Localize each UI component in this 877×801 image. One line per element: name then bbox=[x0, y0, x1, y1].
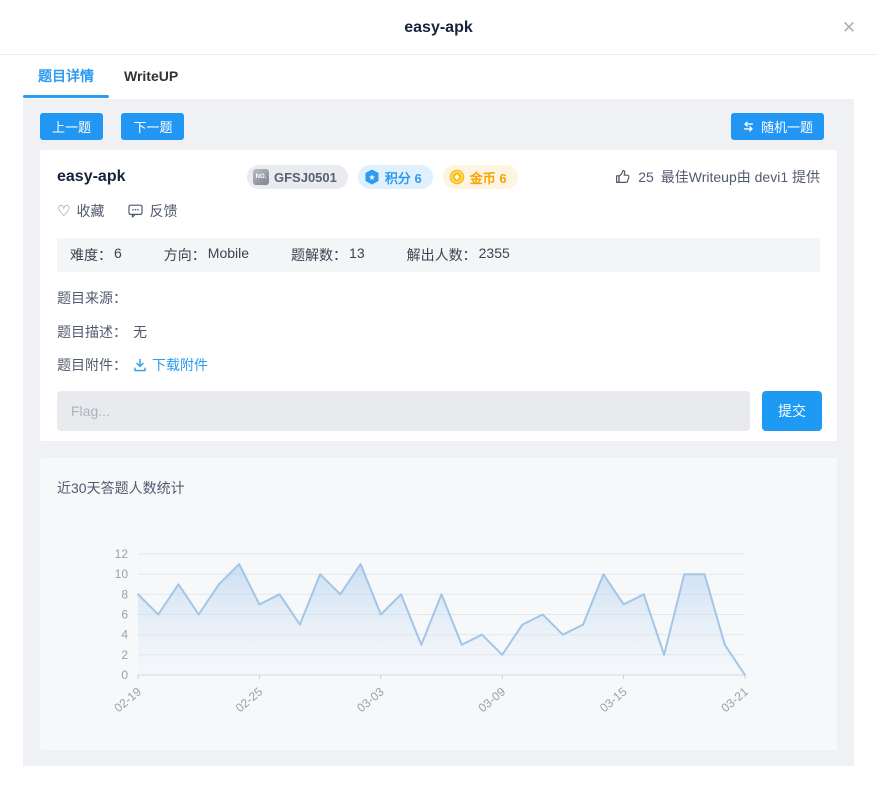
submit-flag-button[interactable]: 提交 bbox=[762, 391, 822, 431]
challenge-info-card: easy-apk NO. GFSJ0501 ★ 积分 6 金币 6 25 最佳W… bbox=[40, 150, 837, 441]
question-nav-row: 上一题 下一题 随机一题 bbox=[40, 113, 838, 140]
description-label: 题目描述： bbox=[57, 324, 127, 340]
chart-title: 近30天答题人数统计 bbox=[57, 480, 185, 496]
stats-chart-card: 近30天答题人数统计 0 2 4 6 8 10 12 02-19 02-25 03-03 03-09… bbox=[40, 458, 837, 750]
svg-text:02-25: 02-25 bbox=[233, 684, 266, 715]
svg-text:6: 6 bbox=[121, 608, 128, 622]
attachment-label: 题目附件： bbox=[57, 357, 127, 373]
score-badge: ★ 积分 6 bbox=[357, 165, 433, 189]
svg-text:0: 0 bbox=[121, 668, 128, 682]
stat-category: 方向： Mobile bbox=[163, 245, 250, 263]
source-label: 题目来源： bbox=[57, 290, 127, 306]
feedback-button[interactable]: 反馈 bbox=[128, 201, 177, 221]
challenge-actions: ♡ 收藏 反馈 bbox=[57, 201, 177, 221]
svg-text:★: ★ bbox=[368, 173, 375, 182]
score-star-icon: ★ bbox=[364, 169, 380, 185]
challenge-name: easy-apk bbox=[57, 168, 126, 185]
coin-badge: 金币 6 bbox=[442, 165, 518, 189]
stat-solver-count: 解出人数： 2355 bbox=[406, 245, 510, 263]
challenge-id-text: GFSJ0501 bbox=[274, 169, 337, 185]
coin-badge-label: 金币 6 bbox=[469, 170, 507, 186]
tab-content-panel: 上一题 下一题 随机一题 easy-apk NO. GFSJ0501 ★ 积分 … bbox=[23, 99, 854, 766]
tab-challenge-detail[interactable]: 题目详情 bbox=[23, 56, 109, 98]
svg-text:10: 10 bbox=[115, 567, 129, 581]
like-count: 25 bbox=[638, 169, 654, 185]
svg-text:03-09: 03-09 bbox=[476, 684, 509, 715]
best-writeup-text: 最佳Writeup由 devi1 提供 bbox=[660, 169, 820, 185]
svg-text:2: 2 bbox=[121, 648, 128, 662]
prev-question-button[interactable]: 上一题 bbox=[40, 113, 104, 140]
favorite-button[interactable]: ♡ 收藏 bbox=[57, 201, 104, 221]
favorite-label: 收藏 bbox=[76, 203, 105, 219]
challenge-dialog: easy-apk ✕ 题目详情 WriteUP 上一题 下一题 随机一题 eas… bbox=[0, 0, 877, 801]
dialog-header: easy-apk ✕ bbox=[0, 0, 877, 55]
challenge-id-badge: NO. GFSJ0501 bbox=[247, 165, 348, 189]
description-row: 题目描述： 无 bbox=[57, 322, 147, 342]
attachment-row: 题目附件： 下载附件 bbox=[57, 355, 208, 375]
challenge-title-row: easy-apk NO. GFSJ0501 ★ 积分 6 金币 6 25 最佳W… bbox=[57, 164, 820, 190]
heart-icon: ♡ bbox=[57, 202, 71, 220]
gold-coin-icon bbox=[449, 169, 465, 185]
random-question-label: 随机一题 bbox=[760, 120, 813, 135]
flag-submit-row: 提交 bbox=[57, 391, 822, 431]
flag-input[interactable] bbox=[57, 391, 750, 431]
solvers-area-chart: 0 2 4 6 8 10 12 02-19 02-25 03-03 03-09 03-15 03-21 bbox=[76, 528, 821, 728]
svg-text:4: 4 bbox=[121, 628, 128, 642]
next-question-button[interactable]: 下一题 bbox=[121, 113, 185, 140]
stats-bar: 难度： 6 方向： Mobile 题解数： 13 解出人数： 2355 bbox=[57, 238, 820, 272]
like-writeup-row: 25 最佳Writeup由 devi1 提供 bbox=[615, 167, 820, 187]
chart-svg: 0 2 4 6 8 10 12 02-19 02-25 03-03 03-09 03-15 03-21 bbox=[111, 547, 751, 715]
random-question-button[interactable]: 随机一题 bbox=[730, 113, 824, 140]
feedback-label: 反馈 bbox=[149, 203, 178, 219]
download-attachment-link[interactable]: 下载附件 bbox=[133, 355, 208, 375]
description-value: 无 bbox=[133, 324, 147, 340]
download-icon bbox=[133, 358, 147, 372]
svg-text:03-03: 03-03 bbox=[354, 684, 387, 715]
svg-text:03-15: 03-15 bbox=[597, 684, 630, 715]
svg-text:03-21: 03-21 bbox=[718, 684, 751, 715]
svg-text:8: 8 bbox=[121, 587, 128, 601]
stat-writeup-count: 题解数： 13 bbox=[291, 245, 365, 263]
stat-difficulty: 难度： 6 bbox=[70, 245, 122, 263]
tab-writeup[interactable]: WriteUP bbox=[109, 56, 193, 98]
score-badge-label: 积分 6 bbox=[384, 170, 422, 186]
shuffle-icon bbox=[742, 120, 755, 133]
number-tag-icon: NO. bbox=[253, 169, 269, 185]
dialog-title: easy-apk bbox=[404, 19, 473, 36]
svg-text:12: 12 bbox=[115, 547, 129, 561]
download-link-label: 下载附件 bbox=[152, 357, 208, 373]
tab-bar: 题目详情 WriteUP bbox=[23, 56, 193, 99]
svg-text:02-19: 02-19 bbox=[111, 684, 144, 715]
close-icon[interactable]: ✕ bbox=[837, 16, 861, 40]
thumbs-up-icon[interactable] bbox=[615, 169, 631, 185]
source-row: 题目来源： bbox=[57, 288, 133, 308]
comment-icon bbox=[128, 204, 144, 218]
